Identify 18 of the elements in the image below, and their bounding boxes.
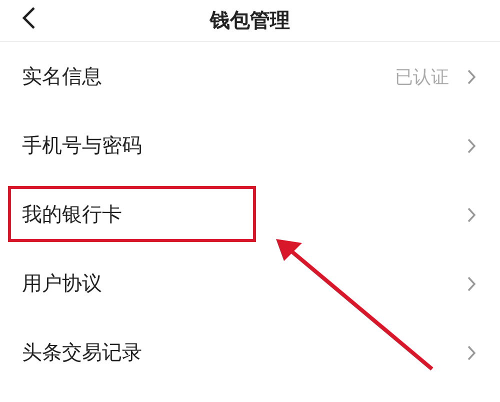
menu-item[interactable]: 头条交易记录 <box>0 318 500 387</box>
item-label: 我的银行卡 <box>22 201 123 228</box>
item-label: 头条交易记录 <box>22 339 143 366</box>
item-label: 实名信息 <box>22 63 103 90</box>
back-icon[interactable] <box>22 6 36 30</box>
item-label: 用户协议 <box>22 270 103 297</box>
chevron-right-icon <box>467 68 476 84</box>
chevron-right-icon <box>467 206 476 222</box>
item-status: 已认证 <box>395 66 449 88</box>
menu-item[interactable]: 用户协议 <box>0 249 500 318</box>
menu-item[interactable]: 实名信息 已认证 <box>0 42 500 111</box>
chevron-right-icon <box>467 276 476 292</box>
page-title: 钱包管理 <box>210 7 290 34</box>
menu-item[interactable]: 我的银行卡 <box>0 180 500 249</box>
menu-item[interactable]: 手机号与密码 <box>0 111 500 180</box>
item-label: 手机号与密码 <box>22 132 143 159</box>
chevron-right-icon <box>467 138 476 154</box>
chevron-right-icon <box>467 344 476 360</box>
